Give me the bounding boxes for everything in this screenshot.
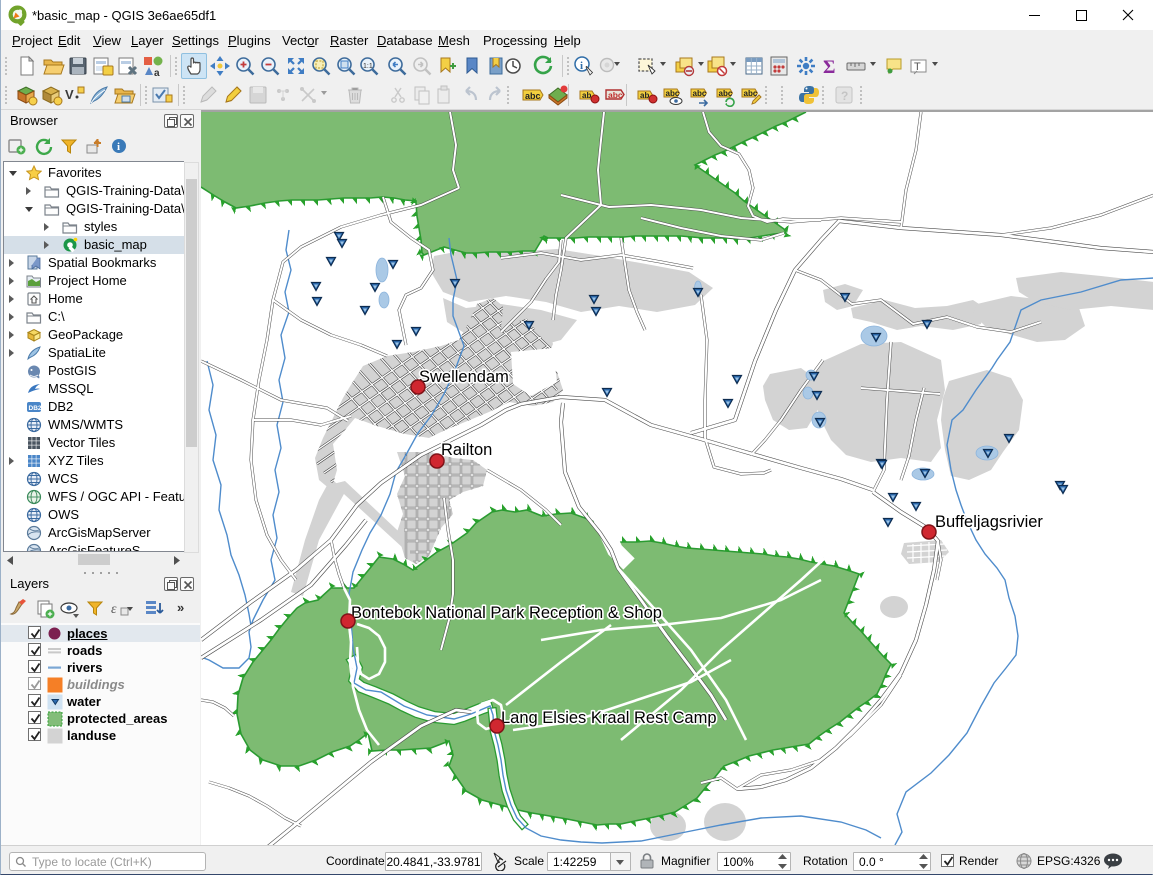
- svg-text:ab: ab: [582, 91, 591, 100]
- svg-text:Σ: Σ: [823, 57, 835, 78]
- svg-text:Buffeljagsrivier: Buffeljagsrivier: [935, 513, 1043, 531]
- svg-text:a: a: [154, 68, 160, 78]
- svg-text:abc: abc: [666, 89, 680, 98]
- svg-text:1:1: 1:1: [363, 63, 373, 70]
- svg-text:abc: abc: [719, 89, 733, 98]
- svg-text:Lang Elsies Kraal Rest Camp: Lang Elsies Kraal Rest Camp: [501, 709, 717, 727]
- svg-text:?: ?: [841, 89, 848, 103]
- svg-text:Swellendam: Swellendam: [419, 368, 509, 386]
- svg-text:abc: abc: [525, 91, 541, 101]
- svg-text:Railton: Railton: [441, 441, 492, 459]
- svg-text:abc: abc: [608, 90, 623, 100]
- svg-text:abc: abc: [744, 89, 758, 98]
- svg-text:i: i: [580, 60, 583, 72]
- svg-text:ε: ε: [111, 602, 117, 617]
- svg-text:Bontebok National Park Recepti: Bontebok National Park Reception & Shop: [351, 604, 662, 622]
- svg-text:DB2: DB2: [29, 405, 42, 412]
- svg-text:T: T: [914, 61, 921, 73]
- svg-text:ab: ab: [640, 91, 649, 100]
- svg-text:i: i: [117, 141, 120, 153]
- svg-text:abc: abc: [693, 89, 707, 98]
- svg-text:V: V: [65, 87, 74, 102]
